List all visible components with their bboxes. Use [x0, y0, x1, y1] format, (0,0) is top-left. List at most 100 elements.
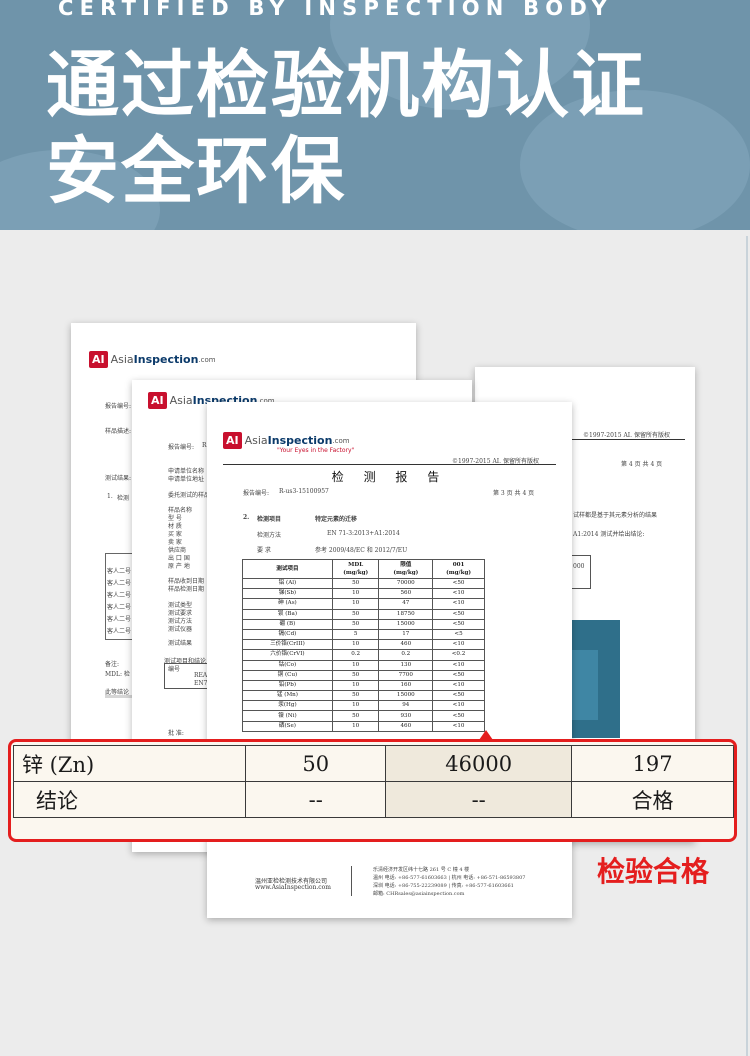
table-cell: 560 [378, 588, 434, 600]
table-cell: 10 [331, 700, 380, 712]
table-row: 三价铬(CrIII) 10 460 <10 [242, 639, 485, 651]
table-cell: 197 [571, 745, 734, 782]
copyright: ©1997-2015 AI. 保留所有版权 [583, 432, 670, 439]
remark-label: 备注: [105, 661, 120, 668]
banner-title-line2: 安全环保 [46, 129, 346, 214]
table-cell: -- [385, 781, 573, 818]
field-label: 原 产 地 [168, 563, 190, 570]
table-header: 001 (mg/kg) [432, 559, 485, 579]
field-label: 测试仪器 [168, 626, 193, 633]
table-cell: <50 [432, 608, 485, 620]
table-cell: 锌 (Zn) [12, 745, 247, 782]
report-no-label: 报告编号: [105, 403, 132, 410]
table-cell: 47 [378, 598, 434, 610]
table-row: 客人二号 [107, 628, 132, 635]
field-label: 测试结果 [168, 640, 193, 647]
table-cell: 50 [331, 690, 380, 702]
section-value: 特定元素的迁移 [315, 516, 358, 523]
table-cell: 50 [331, 618, 380, 630]
logo-com: .com [198, 355, 216, 364]
table-cell: 10 [331, 598, 380, 610]
table-cell: 160 [378, 679, 434, 692]
method-value: EN 71-3:2013+A1:2014 [327, 530, 400, 537]
table-cell: <0.2 [432, 649, 485, 661]
table-cell: 10 [331, 679, 380, 692]
highlight-callout: 锌 (Zn) 50 46000 197 结论 -- -- 合格 [8, 739, 737, 842]
table-row: 硒(Se) 10 460 <10 [242, 720, 485, 732]
table-cell: 砷 (As) [242, 598, 333, 610]
table-cell: 50 [331, 608, 380, 620]
cell-fragment: 000 [573, 563, 585, 570]
table-cell: 50 [331, 577, 380, 590]
table-row: 客人二号 [107, 604, 132, 611]
table-cell: 10 [331, 639, 380, 651]
report-title: 检 测 报 告 [331, 470, 448, 484]
table-cell: 铝 (Al) [242, 577, 333, 590]
table-cell: <10 [432, 588, 485, 600]
table-cell: 硼 (B) [242, 618, 333, 630]
logo-asia: Asia [244, 434, 268, 447]
divider [223, 464, 556, 465]
table-cell: 镉(Cd) [242, 628, 333, 641]
table-cell: 460 [378, 720, 434, 732]
table-cell: -- [245, 781, 387, 818]
table-cell: 铅(Pb) [242, 679, 333, 692]
approval-label: 批 准: [168, 730, 184, 737]
report-no: R [202, 442, 207, 449]
table-cell: 70000 [378, 577, 434, 590]
note-line: 试样都是基于其元素分析的结果 [573, 512, 658, 519]
scroll-rail [746, 236, 748, 1056]
page-number: 第 4 页 共 4 页 [621, 461, 663, 468]
table-row: 客人二号 [107, 592, 132, 599]
ai-badge: AI [89, 351, 108, 368]
chart-block [572, 650, 598, 720]
table-cell: <10 [432, 598, 485, 610]
table-header: 测试项目 [242, 559, 333, 579]
table-cell: 50 [245, 745, 387, 782]
footer-address: 乐清经济开发区纬十七路 261 号 C 幢 4 楼 [373, 867, 470, 873]
mdl-note: MDL: 检 [105, 671, 130, 678]
field-label: 样品检测日期 [168, 586, 205, 593]
table-cell: 15000 [378, 690, 434, 702]
section-number: 1. [107, 493, 113, 500]
table-cell: EN7 [194, 680, 208, 687]
footer-contact: 温州 电话: +86-577-61603663 | 杭州 电话: +86-571… [373, 875, 526, 881]
table-cell: 130 [378, 659, 434, 671]
table-cell: <50 [432, 690, 485, 702]
table-row: 客人二号 [107, 580, 132, 587]
table-cell: 46000 [385, 745, 573, 782]
table-cell: 50 [331, 710, 380, 722]
table-cell: 汞(Hg) [242, 700, 333, 712]
page-number: 第 3 页 共 4 页 [493, 490, 535, 497]
table-cell: 10 [331, 659, 380, 671]
header-banner: CERTIFIED BY INSPECTION BODY 通过检验机构认证 安全… [0, 0, 750, 230]
section-number: 2. [243, 514, 250, 521]
zoomed-result-table: 锌 (Zn) 50 46000 197 结论 -- -- 合格 [12, 745, 734, 818]
table-header: 编号 [168, 666, 181, 673]
requirement-label: 要 求 [257, 547, 271, 554]
table-cell: 10 [331, 588, 380, 600]
test-result-label: 测试结果: [105, 475, 132, 482]
table-cell: 三价铬(CrIII) [242, 639, 333, 651]
table-cell: <10 [432, 659, 485, 671]
table-cell: 0.2 [378, 649, 434, 661]
report-no: R-us3-15100957 [279, 488, 329, 495]
table-cell: <5 [432, 628, 485, 641]
report-no-label: 报告编号: [243, 490, 270, 497]
section-title: 检测项目 [257, 516, 282, 523]
table-row: 硼 (B) 50 15000 <50 [242, 618, 485, 630]
table-cell: <50 [432, 577, 485, 590]
pass-label: 检验合格 [597, 855, 710, 888]
ai-badge: AI [148, 392, 167, 409]
table-cell: 钴(Co) [242, 659, 333, 671]
table-row: 锌 (Zn) 50 46000 197 [12, 745, 734, 782]
footer-divider [351, 866, 352, 896]
report-no-label: 报告编号: [168, 444, 195, 451]
table-cell: <10 [432, 679, 485, 692]
table-cell: 硒(Se) [242, 720, 333, 732]
note-line: A1:2014 测试并给出结论: [573, 531, 645, 538]
logo-asia: Asia [110, 353, 134, 366]
table-row: 六价铬(CrVI) 0.2 0.2 <0.2 [242, 649, 485, 661]
table-cell: <10 [432, 700, 485, 712]
table-header: MDL (mg/kg) [331, 559, 380, 579]
